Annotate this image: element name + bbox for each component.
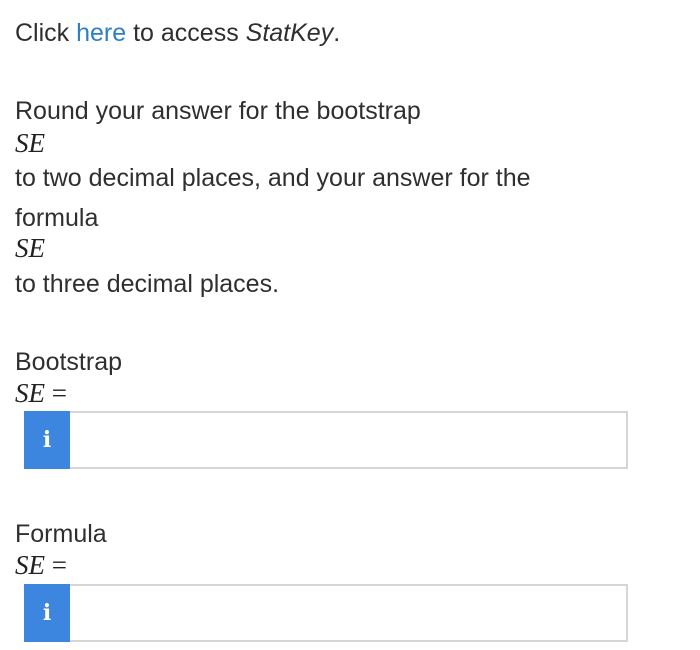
formula-label: Formula bbox=[15, 520, 107, 548]
formula-info-button[interactable]: i bbox=[24, 584, 70, 642]
bootstrap-se-label: SE = bbox=[15, 378, 67, 408]
se-symbol-1: SE bbox=[15, 128, 45, 158]
formula-se-input[interactable] bbox=[70, 584, 628, 642]
instruction-line-2: to two decimal places, and your answer f… bbox=[15, 164, 531, 192]
bootstrap-answer-row: i bbox=[24, 411, 628, 469]
intro-suffix: . bbox=[333, 19, 341, 47]
bootstrap-label: Bootstrap bbox=[15, 348, 123, 376]
intro-middle: to access bbox=[126, 19, 246, 47]
bootstrap-se-symbol: SE bbox=[15, 378, 45, 408]
instruction-line-3: formula bbox=[15, 204, 99, 232]
statkey-intro: Click here to access StatKey. bbox=[15, 18, 340, 48]
instruction-line-1: Round your answer for the bootstrap bbox=[15, 97, 421, 125]
formula-se-symbol: SE bbox=[15, 550, 45, 580]
statkey-link[interactable]: here bbox=[76, 19, 126, 47]
statkey-name: StatKey bbox=[245, 19, 334, 47]
instruction-line-4: to three decimal places. bbox=[15, 270, 280, 298]
info-icon: i bbox=[42, 427, 52, 453]
info-icon: i bbox=[42, 600, 52, 626]
bootstrap-equals: = bbox=[51, 378, 67, 408]
formula-se-label: SE = bbox=[15, 550, 67, 580]
formula-equals: = bbox=[51, 550, 67, 580]
bootstrap-info-button[interactable]: i bbox=[24, 411, 70, 469]
se-symbol-2: SE bbox=[15, 233, 45, 263]
formula-answer-row: i bbox=[24, 584, 628, 642]
intro-prefix: Click bbox=[15, 19, 77, 47]
bootstrap-se-input[interactable] bbox=[70, 411, 628, 469]
